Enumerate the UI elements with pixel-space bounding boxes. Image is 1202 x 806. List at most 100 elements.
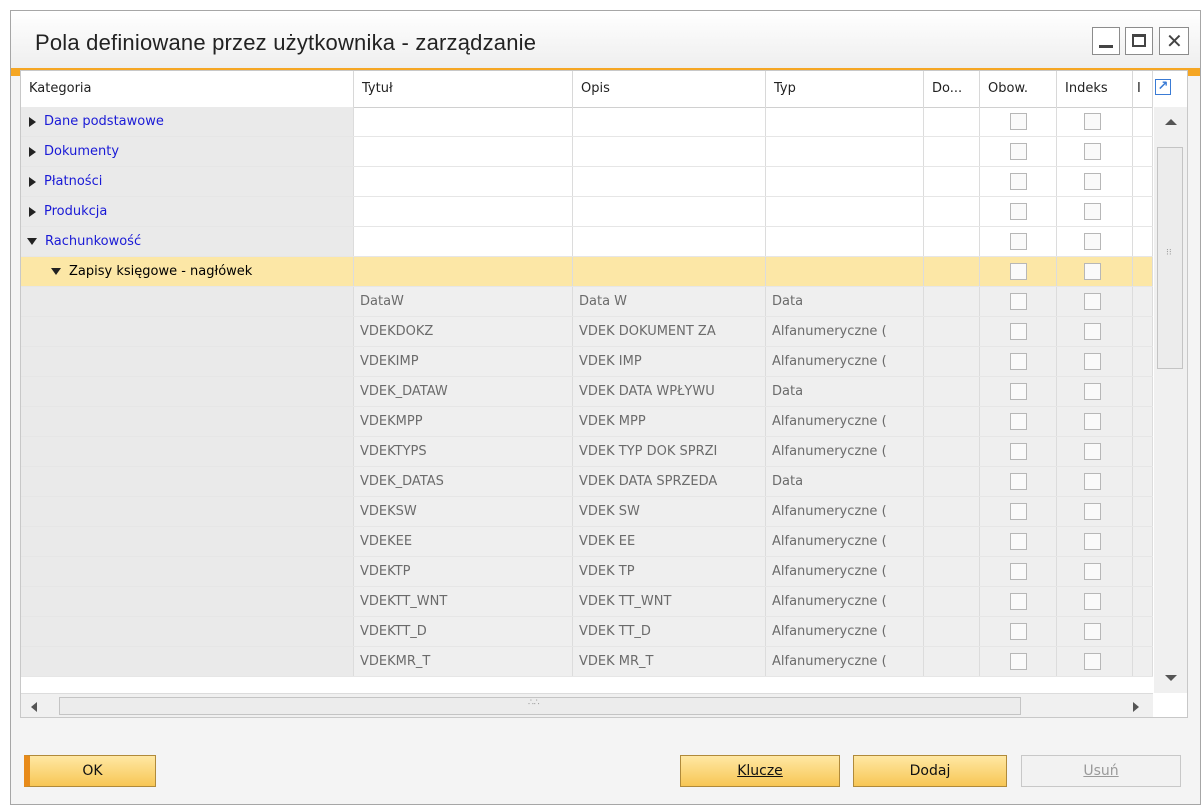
table-row[interactable]: VDEKMR_T VDEK MR_T Alfanumeryczne (: [21, 647, 1153, 677]
remove-button[interactable]: Usuń: [1021, 755, 1181, 787]
index-checkbox[interactable]: [1084, 263, 1101, 280]
index-checkbox[interactable]: [1084, 593, 1101, 610]
expand-triangle-icon[interactable]: [29, 176, 36, 187]
table-cell: Alfanumeryczne (: [766, 557, 924, 586]
expand-arrow-icon[interactable]: ↗: [1155, 79, 1171, 95]
index-checkbox[interactable]: [1084, 473, 1101, 490]
scroll-down-icon[interactable]: [1165, 675, 1177, 681]
mandatory-checkbox[interactable]: [1010, 263, 1027, 280]
index-checkbox[interactable]: [1084, 623, 1101, 640]
column-header-type[interactable]: Typ: [766, 71, 924, 107]
table-row[interactable]: Zapisy księgowe - nagłówek: [21, 257, 1153, 287]
category-label[interactable]: Produkcja: [44, 204, 107, 219]
table-row[interactable]: VDEKDOKZ VDEK DOKUMENT ZA Alfanumeryczne (: [21, 317, 1153, 347]
collapse-triangle-icon[interactable]: [51, 268, 61, 275]
mandatory-checkbox[interactable]: [1010, 533, 1027, 550]
table-row[interactable]: VDEKMPP VDEK MPP Alfanumeryczne (: [21, 407, 1153, 437]
title-bar[interactable]: Pola definiowane przez użytkownika - zar…: [11, 11, 1200, 69]
column-header-default[interactable]: Do...: [924, 71, 980, 107]
vertical-scrollbar[interactable]: ⁝⁝: [1154, 107, 1187, 693]
maximize-button[interactable]: [1125, 27, 1153, 55]
mandatory-checkbox[interactable]: [1010, 353, 1027, 370]
table-cell: [1133, 617, 1153, 646]
scroll-left-icon[interactable]: [31, 702, 37, 712]
column-header-mandatory[interactable]: Obow.: [980, 71, 1057, 107]
mandatory-checkbox[interactable]: [1010, 383, 1027, 400]
expand-triangle-icon[interactable]: [29, 116, 36, 127]
subcategory-label[interactable]: Zapisy księgowe - nagłówek: [69, 264, 252, 279]
table-row[interactable]: DataW Data W Data: [21, 287, 1153, 317]
table-row[interactable]: Dokumenty: [21, 137, 1153, 167]
category-label[interactable]: Dane podstawowe: [44, 114, 164, 129]
index-checkbox[interactable]: [1084, 443, 1101, 460]
index-checkbox[interactable]: [1084, 203, 1101, 220]
table-row[interactable]: VDEKTP VDEK TP Alfanumeryczne (: [21, 557, 1153, 587]
cell-text: Alfanumeryczne (: [772, 354, 887, 369]
mandatory-checkbox[interactable]: [1010, 623, 1027, 640]
table-row[interactable]: VDEKEE VDEK EE Alfanumeryczne (: [21, 527, 1153, 557]
table-cell: Data W: [573, 287, 766, 316]
table-row[interactable]: VDEK_DATAS VDEK DATA SPRZEDA Data: [21, 467, 1153, 497]
mandatory-checkbox[interactable]: [1010, 413, 1027, 430]
index-checkbox[interactable]: [1084, 413, 1101, 430]
mandatory-checkbox[interactable]: [1010, 233, 1027, 250]
minimize-button[interactable]: [1092, 27, 1120, 55]
category-label[interactable]: Dokumenty: [44, 144, 119, 159]
mandatory-checkbox[interactable]: [1010, 563, 1027, 580]
index-checkbox[interactable]: [1084, 503, 1101, 520]
category-label[interactable]: Płatności: [44, 174, 102, 189]
table-row[interactable]: VDEKSW VDEK SW Alfanumeryczne (: [21, 497, 1153, 527]
index-checkbox[interactable]: [1084, 113, 1101, 130]
mandatory-checkbox[interactable]: [1010, 503, 1027, 520]
table-row[interactable]: Rachunkowość: [21, 227, 1153, 257]
column-header-truncated[interactable]: I: [1133, 71, 1153, 107]
column-header-description[interactable]: Opis: [573, 71, 766, 107]
mandatory-checkbox[interactable]: [1010, 593, 1027, 610]
mandatory-checkbox[interactable]: [1010, 143, 1027, 160]
table-row[interactable]: VDEKTT_WNT VDEK TT_WNT Alfanumeryczne (: [21, 587, 1153, 617]
horizontal-scroll-thumb[interactable]: ∴∴: [59, 697, 1021, 715]
table-row[interactable]: Dane podstawowe: [21, 107, 1153, 137]
index-checkbox[interactable]: [1084, 353, 1101, 370]
mandatory-checkbox[interactable]: [1010, 323, 1027, 340]
column-header-index[interactable]: Indeks: [1057, 71, 1133, 107]
scroll-up-icon[interactable]: [1165, 119, 1177, 125]
mandatory-checkbox[interactable]: [1010, 473, 1027, 490]
column-header-category[interactable]: Kategoria: [21, 71, 354, 107]
index-checkbox[interactable]: [1084, 383, 1101, 400]
close-button[interactable]: ✕: [1159, 27, 1189, 55]
mandatory-checkbox[interactable]: [1010, 203, 1027, 220]
add-button[interactable]: Dodaj: [853, 755, 1007, 787]
table-row[interactable]: VDEKIMP VDEK IMP Alfanumeryczne (: [21, 347, 1153, 377]
category-label[interactable]: Rachunkowość: [45, 234, 141, 249]
mandatory-checkbox[interactable]: [1010, 173, 1027, 190]
index-checkbox[interactable]: [1084, 533, 1101, 550]
index-checkbox[interactable]: [1084, 653, 1101, 670]
scroll-right-icon[interactable]: [1133, 702, 1139, 712]
index-checkbox[interactable]: [1084, 293, 1101, 310]
index-checkbox[interactable]: [1084, 143, 1101, 160]
keys-button[interactable]: Klucze: [680, 755, 840, 787]
index-checkbox[interactable]: [1084, 173, 1101, 190]
expand-triangle-icon[interactable]: [29, 146, 36, 157]
mandatory-checkbox[interactable]: [1010, 293, 1027, 310]
expand-triangle-icon[interactable]: [29, 206, 36, 217]
table-row[interactable]: Produkcja: [21, 197, 1153, 227]
table-row[interactable]: Płatności: [21, 167, 1153, 197]
column-header-title[interactable]: Tytuł: [354, 71, 573, 107]
mandatory-checkbox[interactable]: [1010, 443, 1027, 460]
table-row[interactable]: VDEKTT_D VDEK TT_D Alfanumeryczne (: [21, 617, 1153, 647]
vertical-scroll-thumb[interactable]: ⁝⁝: [1157, 147, 1183, 369]
table-cell: [924, 527, 980, 556]
horizontal-scrollbar[interactable]: ∴∴: [21, 693, 1153, 717]
index-checkbox[interactable]: [1084, 563, 1101, 580]
collapse-triangle-icon[interactable]: [27, 238, 37, 245]
ok-button[interactable]: OK: [24, 755, 156, 787]
table-row[interactable]: VDEK_DATAW VDEK DATA WPŁYWU Data: [21, 377, 1153, 407]
index-checkbox[interactable]: [1084, 233, 1101, 250]
mandatory-checkbox[interactable]: [1010, 113, 1027, 130]
mandatory-checkbox[interactable]: [1010, 653, 1027, 670]
table-cell: Alfanumeryczne (: [766, 587, 924, 616]
table-row[interactable]: VDEKTYPS VDEK TYP DOK SPRZI Alfanumeryczne…: [21, 437, 1153, 467]
index-checkbox[interactable]: [1084, 323, 1101, 340]
